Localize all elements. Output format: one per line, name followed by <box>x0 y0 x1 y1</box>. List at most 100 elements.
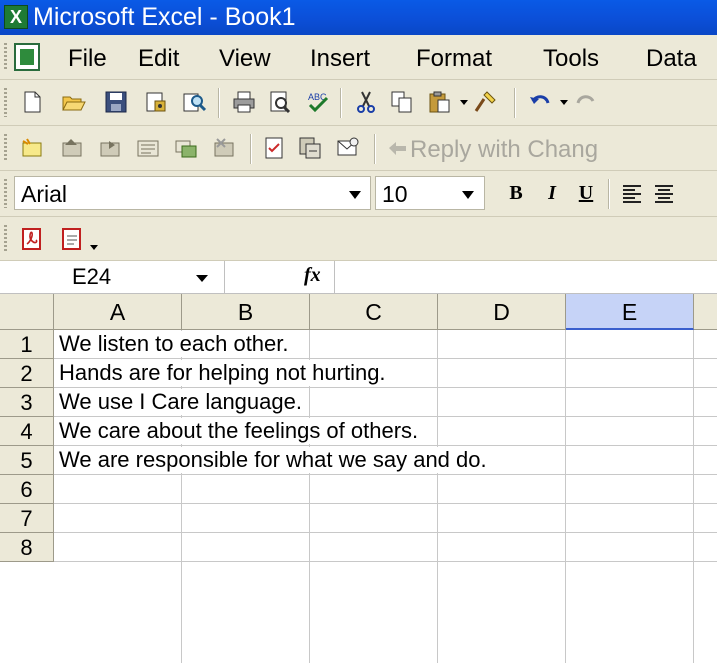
chevron-down-icon[interactable] <box>349 191 361 199</box>
gridline <box>565 330 566 663</box>
new-icon[interactable] <box>18 88 46 116</box>
spelling-icon[interactable]: ABC <box>304 88 332 116</box>
align-left-icon[interactable] <box>618 179 646 207</box>
menu-view[interactable]: View <box>219 45 271 73</box>
column-header-b[interactable]: B <box>182 294 310 330</box>
select-all-corner[interactable] <box>0 294 54 330</box>
menu-grip[interactable] <box>4 43 7 71</box>
menu-format[interactable]: Format <box>416 45 492 73</box>
toolbar-grip[interactable] <box>4 179 7 208</box>
toolbar-separator <box>340 88 342 118</box>
previous-comment-icon[interactable] <box>58 134 86 162</box>
toolbar-grip[interactable] <box>4 134 7 162</box>
row-header[interactable]: 7 <box>0 504 54 533</box>
format-painter-icon[interactable] <box>472 88 500 116</box>
standard-toolbar: ABC <box>0 80 717 126</box>
new-comment-icon[interactable] <box>18 134 46 162</box>
convert-pdf-icon[interactable] <box>18 225 46 253</box>
excel-app-icon[interactable] <box>4 5 28 29</box>
align-center-icon[interactable] <box>650 179 678 207</box>
underline-button[interactable]: U <box>574 180 598 206</box>
bold-button[interactable]: B <box>504 180 528 206</box>
reply-icon[interactable] <box>384 134 412 162</box>
menu-data[interactable]: Data <box>646 45 697 73</box>
print-preview-icon[interactable] <box>266 88 294 116</box>
font-name-value: Arial <box>21 181 68 207</box>
toolbar-separator <box>218 88 220 118</box>
row-header[interactable]: 5 <box>0 446 54 475</box>
reply-with-changes-button[interactable]: Reply with Chang <box>410 137 598 163</box>
undo-icon[interactable] <box>526 88 554 116</box>
reviewing-toolbar: Reply with Chang <box>0 126 717 171</box>
menu-file[interactable]: File <box>68 45 107 73</box>
font-size-combo[interactable]: 10 <box>375 176 485 210</box>
row-header[interactable]: 8 <box>0 533 54 562</box>
font-name-combo[interactable]: Arial <box>14 176 371 210</box>
window-title: Microsoft Excel - Book1 <box>33 3 296 31</box>
menu-tools[interactable]: Tools <box>543 45 599 73</box>
toolbar-grip[interactable] <box>4 88 7 117</box>
gridline <box>54 561 717 562</box>
gridline <box>437 330 438 663</box>
save-icon[interactable] <box>102 88 130 116</box>
row-header[interactable]: 3 <box>0 388 54 417</box>
gridline <box>54 445 717 446</box>
italic-button[interactable]: I <box>540 180 564 206</box>
pdf-options-icon[interactable] <box>58 225 86 253</box>
pdf-toolbar <box>0 217 717 261</box>
redo-icon[interactable] <box>572 88 600 116</box>
next-comment-icon[interactable] <box>96 134 124 162</box>
toolbar-separator <box>250 134 252 164</box>
chevron-down-icon[interactable] <box>462 191 474 199</box>
undo-dropdown-icon[interactable] <box>560 100 568 105</box>
cell-a1[interactable]: We listen to each other. <box>59 331 291 357</box>
toolbar-separator <box>374 134 376 164</box>
gridline <box>54 474 717 475</box>
worksheet-grid[interactable]: A B C D E 1 We listen to each other. 2 Hand… <box>0 294 717 663</box>
menu-bar: File Edit View Insert Format Tools Data <box>0 35 717 80</box>
row-header[interactable]: 4 <box>0 417 54 446</box>
show-all-comments-icon[interactable] <box>172 134 200 162</box>
insert-function-icon[interactable]: fx <box>304 264 321 287</box>
chevron-down-icon[interactable] <box>196 275 208 282</box>
column-header-f[interactable] <box>694 294 717 330</box>
paste-icon[interactable] <box>426 88 454 116</box>
research-icon[interactable] <box>180 88 208 116</box>
copy-icon[interactable] <box>388 88 416 116</box>
delete-comment-icon[interactable] <box>210 134 238 162</box>
cell-a4[interactable]: We care about the feelings of others. <box>59 418 421 444</box>
title-bar[interactable]: Microsoft Excel - Book1 <box>0 0 717 35</box>
toolbar-separator <box>608 179 610 209</box>
name-box[interactable]: E24 <box>0 261 225 293</box>
row-header[interactable]: 1 <box>0 330 54 359</box>
column-header-c[interactable]: C <box>310 294 438 330</box>
toolbar-separator <box>514 88 516 118</box>
cell-a2[interactable]: Hands are for helping not hurting. <box>59 360 388 386</box>
paste-dropdown-icon[interactable] <box>460 100 468 105</box>
gridline <box>54 387 717 388</box>
print-icon[interactable] <box>230 88 258 116</box>
gridline <box>54 358 717 359</box>
menu-insert[interactable]: Insert <box>310 45 370 73</box>
column-header-a[interactable]: A <box>54 294 182 330</box>
toolbar-grip[interactable] <box>4 225 7 252</box>
menu-edit[interactable]: Edit <box>138 45 179 73</box>
row-header[interactable]: 2 <box>0 359 54 388</box>
send-recipient-icon[interactable] <box>334 134 362 162</box>
cell-a5[interactable]: We are responsible for what we say and d… <box>59 447 489 473</box>
cell-a3[interactable]: We use I Care language. <box>59 389 304 415</box>
gridline <box>54 503 717 504</box>
permission-icon[interactable] <box>142 88 170 116</box>
track-changes-icon[interactable] <box>260 134 288 162</box>
column-header-e[interactable]: E <box>566 294 694 330</box>
update-file-icon[interactable] <box>296 134 324 162</box>
column-header-d[interactable]: D <box>438 294 566 330</box>
font-size-value: 10 <box>382 181 408 207</box>
open-icon[interactable] <box>60 88 88 116</box>
show-comment-icon[interactable] <box>134 134 162 162</box>
workbook-control-icon[interactable] <box>14 43 40 71</box>
pdf-dropdown-icon[interactable] <box>90 245 98 250</box>
formula-input[interactable] <box>334 261 717 293</box>
cut-icon[interactable] <box>352 88 380 116</box>
row-header[interactable]: 6 <box>0 475 54 504</box>
